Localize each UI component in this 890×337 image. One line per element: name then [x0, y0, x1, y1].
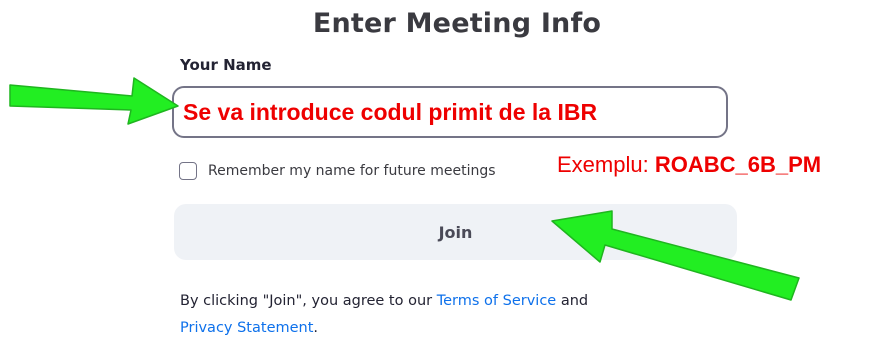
arrow-up-left-icon [551, 210, 800, 301]
meeting-info-dialog: Enter Meeting Info Your Name Se va intro… [0, 0, 890, 337]
